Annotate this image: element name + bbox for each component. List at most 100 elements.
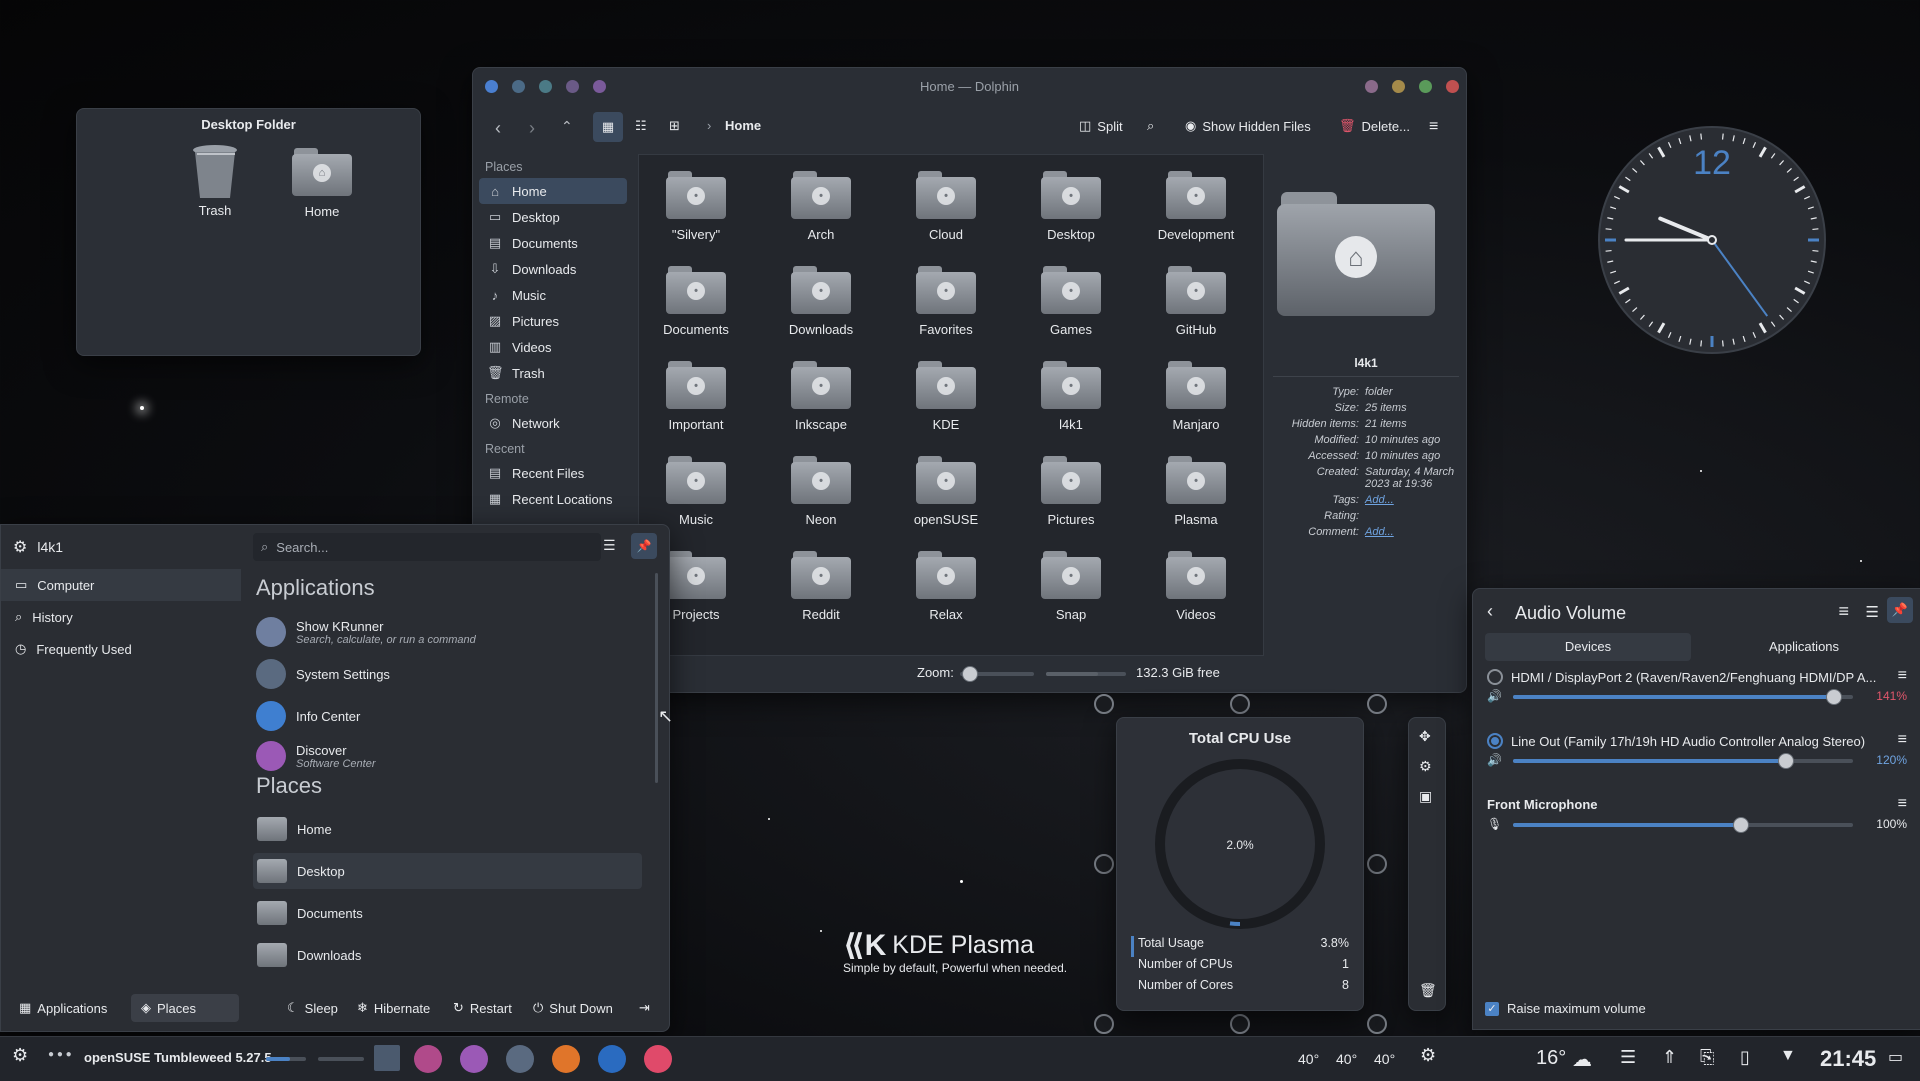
hibernate-button[interactable]: ❄ Hibernate [347,994,440,1022]
back-icon[interactable]: ‹ [495,118,501,139]
places-tab-button[interactable]: ◈ Places [131,994,239,1022]
launcher-app-info-center[interactable]: Info Center [256,701,641,731]
clock-time[interactable]: 21:45 [1820,1046,1876,1072]
microphone-icon[interactable]: 🎙 [1487,817,1502,831]
resize-handle[interactable] [1230,694,1250,714]
folder-item[interactable]: • Snap [1016,551,1126,622]
audio-mixer-icon[interactable]: ☰ [1620,1047,1636,1068]
place-item-recent-locations[interactable]: ▦ Recent Locations [479,486,627,512]
title-bar[interactable]: Home — Dolphin [473,68,1466,108]
launcher-app-show-krunner[interactable]: Show KRunner Search, calculate, or run a … [256,617,641,647]
place-item-recent-files[interactable]: ▤ Recent Files [479,460,627,486]
pin-icon[interactable]: 📌 [631,533,657,559]
dolphin-icon[interactable] [598,1045,626,1073]
resize-handle[interactable] [1094,1014,1114,1034]
folder-item[interactable]: • Pictures [1016,456,1126,527]
kde-connect-icon[interactable]: ⚙ [1420,1045,1436,1066]
resize-handle[interactable] [1094,694,1114,714]
folder-item[interactable]: • Relax [891,551,1001,622]
folder-item[interactable]: • Cloud [891,171,1001,242]
resize-handle[interactable] [1367,1014,1387,1034]
radio-selected-icon[interactable] [1487,733,1503,749]
pager-dots-icon[interactable]: ● ● ● [48,1049,72,1060]
minimize-button[interactable] [1392,80,1405,93]
show-desktop-icon[interactable]: ▭ [1888,1047,1903,1067]
launcher-user[interactable]: ⚙ l4k1 [13,537,63,557]
temperature-reading[interactable]: 40° [1298,1051,1319,1067]
launcher-place-downloads[interactable]: Downloads [253,937,642,973]
audio-volume-popup[interactable]: ‹ Audio Volume ≡ ☰ 📌 Devices Application… [1472,588,1920,1030]
place-item-trash[interactable]: 🗑 Trash [479,360,627,386]
settings-icon[interactable] [506,1045,534,1073]
cpu-widget[interactable]: Total CPU Use 2.0% Total Usage 3.8% Number… [1116,717,1364,1011]
place-item-desktop[interactable]: ▭ Desktop [479,204,627,230]
device-menu-icon[interactable]: ≡ [1898,667,1907,685]
clipboard-icon[interactable]: ⎘ [1700,1047,1714,1068]
folder-item[interactable]: • Plasma [1141,456,1251,527]
temperature-reading[interactable]: 40° [1336,1051,1357,1067]
launcher-category-computer[interactable]: ▭ Computer [1,569,241,601]
hamburger-menu-icon[interactable]: ≡ [1838,601,1849,622]
hamburger-menu-icon[interactable]: ≡ [1429,118,1438,136]
folder-item[interactable]: • Arch [766,171,876,242]
folder-item[interactable]: • KDE [891,361,1001,432]
folder-item[interactable]: • Documents [641,266,751,337]
desktop-home[interactable]: ⌂ Home [277,144,367,219]
icons-view-icon[interactable]: ▦ [593,112,623,142]
show-hidden-button[interactable]: ◉ Show Hidden Files [1185,118,1311,134]
place-item-home[interactable]: ⌂ Home [479,178,627,204]
delete-button[interactable]: 🗑 Delete... [1339,118,1410,134]
details-view-icon[interactable]: ☷ [635,118,647,134]
place-item-music[interactable]: ♪ Music [479,282,627,308]
filter-icon[interactable]: ☰ [603,537,616,554]
audio-device[interactable]: Line Out (Family 17h/19h HD Audio Contro… [1487,731,1907,769]
discover-icon[interactable] [460,1045,488,1073]
shutdown-button[interactable]: ⏻ Shut Down [523,994,623,1022]
applications-tab-button[interactable]: ▦ Applications [9,994,117,1022]
place-item-network[interactable]: ◎ Network [479,410,627,436]
launcher-category-frequently-used[interactable]: ◷ Frequently Used [1,633,241,665]
application-launcher[interactable]: ⚙ l4k1 ⌕ Search... ☰ 📌 ▭ Computer ⌕ History… [0,524,670,1032]
up-icon[interactable]: ⌃ [561,118,573,135]
folder-item[interactable]: • Neon [766,456,876,527]
folder-item[interactable]: • Inkscape [766,361,876,432]
temperature-reading[interactable]: 40° [1374,1051,1395,1067]
speaker-icon[interactable]: 🔊 [1487,753,1502,767]
radio-icon[interactable] [1487,669,1503,685]
resize-handle[interactable] [1367,694,1387,714]
battery-icon[interactable]: ▯ [1740,1047,1750,1068]
place-item-videos[interactable]: ▥ Videos [479,334,627,360]
gear-icon[interactable]: ⚙ [1419,758,1432,775]
app-launcher-button[interactable]: ⚙ [12,1045,28,1066]
chevron-down-icon[interactable]: ▼ [1780,1047,1796,1065]
settings-sliders-icon[interactable]: ☰ [1866,603,1879,621]
resize-handle[interactable] [1367,854,1387,874]
launcher-place-desktop[interactable]: Desktop [253,853,642,889]
place-item-pictures[interactable]: ▨ Pictures [479,308,627,334]
launcher-place-documents[interactable]: Documents [253,895,642,931]
device-menu-icon[interactable]: ≡ [1898,795,1907,813]
desktop-folder-widget[interactable]: Desktop Folder Trash ⌂ Home [76,108,421,356]
place-item-downloads[interactable]: ⇩ Downloads [479,256,627,282]
info-value[interactable]: Add... [1365,526,1457,538]
back-icon[interactable]: ‹ [1487,601,1493,622]
maximize-button[interactable] [1419,80,1432,93]
folder-item[interactable]: • Manjaro [1141,361,1251,432]
pin-icon[interactable]: 📌 [1887,597,1913,623]
file-view[interactable]: • "Silvery" • Arch • Cloud • Desktop • Developmen… [638,154,1264,656]
launcher-place-home[interactable]: Home [253,811,642,847]
tab-applications[interactable]: Applications [1701,633,1907,661]
search-icon[interactable]: ⌕ [1147,118,1154,134]
info-value[interactable]: Add... [1365,494,1457,506]
search-input[interactable]: ⌕ Search... [253,533,601,561]
launcher-app-system-settings[interactable]: System Settings [256,659,641,689]
folder-item[interactable]: • l4k1 [1016,361,1126,432]
desktop-thumbnail[interactable] [374,1045,400,1071]
analog-clock[interactable]: 12 [1596,124,1828,356]
device-menu-icon[interactable]: ≡ [1898,731,1907,749]
folder-item[interactable]: • Games [1016,266,1126,337]
split-button[interactable]: ◫ Split [1079,118,1123,134]
launcher-category-history[interactable]: ⌕ History [1,601,241,633]
volume-slider[interactable] [1513,817,1853,833]
trash-icon[interactable]: 🗑 [1419,982,1437,999]
